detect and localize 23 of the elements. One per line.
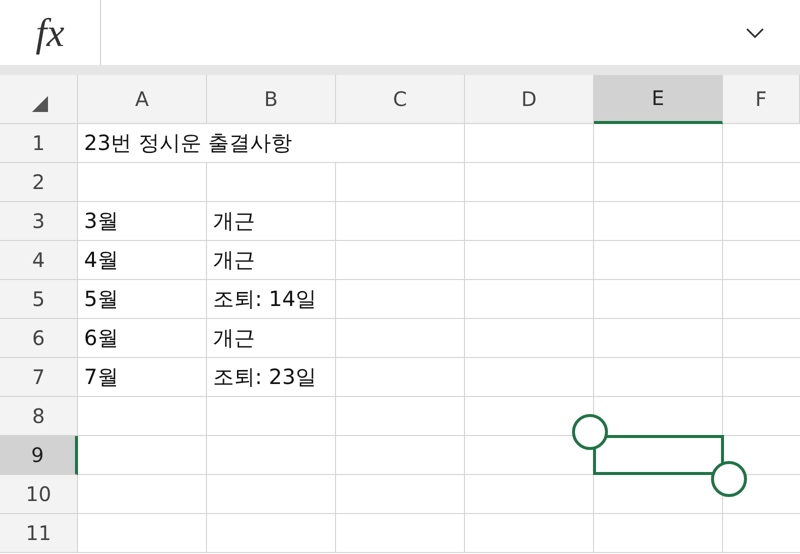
- column-header[interactable]: D: [465, 75, 594, 124]
- function-label[interactable]: fx: [36, 9, 64, 56]
- row-header[interactable]: 5: [0, 280, 78, 319]
- row-header[interactable]: 7: [0, 358, 78, 397]
- row-header[interactable]: 8: [0, 397, 78, 436]
- selection-handle[interactable]: [711, 461, 747, 497]
- column-header[interactable]: B: [207, 75, 336, 124]
- triangle-icon: [32, 96, 48, 112]
- row-header[interactable]: 10: [0, 475, 78, 514]
- row-header[interactable]: 11: [0, 514, 78, 553]
- select-all-button[interactable]: [0, 75, 78, 124]
- row-header[interactable]: 3: [0, 202, 78, 241]
- column-header[interactable]: A: [78, 75, 207, 124]
- selection-handle[interactable]: [572, 414, 608, 450]
- chevron-down-icon[interactable]: [746, 28, 764, 38]
- column-header[interactable]: E: [594, 75, 723, 124]
- column-header[interactable]: F: [723, 75, 800, 124]
- row-header[interactable]: 9: [0, 436, 78, 475]
- row-header[interactable]: 6: [0, 319, 78, 358]
- row-header[interactable]: 1: [0, 124, 78, 163]
- column-header[interactable]: C: [336, 75, 465, 124]
- row-header[interactable]: 4: [0, 241, 78, 280]
- row-header[interactable]: 2: [0, 163, 78, 202]
